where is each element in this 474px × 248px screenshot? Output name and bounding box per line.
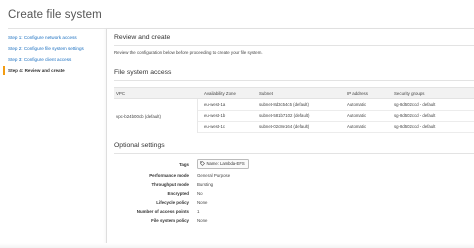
setting-value: No	[197, 190, 203, 196]
review-panel: Review and create Review the configurati…	[106, 29, 474, 248]
table-row: eu-west-1c subnet-02c8e164 (default) Aut…	[198, 121, 474, 133]
setting-row: Encrypted No	[107, 189, 474, 198]
setting-value: None	[197, 200, 208, 206]
step-4-current: Step 4: Review and create	[0, 65, 106, 76]
tag-icon	[200, 161, 205, 167]
optional-settings-heading: Optional settings	[114, 142, 165, 149]
review-heading: Review and create	[114, 34, 171, 41]
setting-key: Performance mode	[149, 172, 189, 178]
step-1-link[interactable]: Step 1: Configure network access	[0, 32, 106, 43]
step-3-link[interactable]: Step 3: Configure client access	[0, 54, 106, 65]
setting-key-tags: Tags	[179, 161, 189, 167]
setting-row-tags: Tags Name: Lambda-EFS	[107, 159, 474, 171]
tag-value: Name: Lambda-EFS	[206, 161, 245, 167]
zone-cell: eu-west-1b	[204, 113, 226, 118]
step-2-link[interactable]: Step 2: Configure file system settings	[0, 43, 106, 54]
setting-key: File system policy	[151, 218, 189, 224]
col-vpc: VPC	[116, 90, 126, 96]
settings-list: Tags Name: Lambda-EFS Performance mode G…	[107, 159, 474, 226]
setting-value: None	[197, 218, 208, 224]
vpc-cell: vpc-b24b00cb (default)	[114, 99, 198, 133]
access-divider	[114, 80, 474, 81]
col-ip-address: IP address	[347, 90, 368, 96]
setting-row: Lifecycle policy None	[107, 199, 474, 208]
tag-chip: Name: Lambda-EFS	[197, 159, 249, 169]
mount-targets-table: VPC Availability Zone Subnet IP address …	[114, 87, 474, 133]
zone-cell: eu-west-1c	[204, 124, 226, 129]
zone-cell: eu-west-1a	[204, 102, 226, 107]
wizard-steps: Step 1: Configure network access Step 2:…	[0, 32, 106, 76]
setting-row: Throughput mode Bursting	[107, 180, 474, 189]
security-group-cell: sg-8d502ccd - default	[394, 124, 436, 129]
table-body: vpc-b24b00cb (default) eu-west-1a subnet…	[114, 99, 474, 133]
review-description: Review the configuration below before pr…	[114, 50, 263, 55]
col-subnet: Subnet	[259, 90, 273, 96]
setting-key: Throughput mode	[151, 181, 189, 187]
subnet-cell: subnet-02c8e164 (default)	[259, 124, 310, 129]
subnet-cell: subnet-8d3c54c5 (default)	[259, 102, 309, 107]
setting-value: General Purpose	[197, 172, 231, 178]
ip-cell: Automatic	[347, 113, 367, 118]
page-bottom-edge	[0, 243, 474, 248]
table-header: VPC Availability Zone Subnet IP address …	[114, 87, 474, 99]
col-availability-zone: Availability Zone	[204, 90, 236, 96]
ip-cell: Automatic	[347, 102, 367, 107]
page-title: Create file system	[8, 9, 102, 21]
setting-row: Performance mode General Purpose	[107, 171, 474, 180]
file-system-access-heading: File system access	[114, 69, 172, 76]
setting-key: Lifecycle policy	[156, 200, 189, 206]
ip-cell: Automatic	[347, 124, 367, 129]
review-divider	[114, 45, 474, 46]
security-group-cell: sg-8d502ccd - default	[394, 102, 436, 107]
setting-value: Bursting	[197, 181, 214, 187]
setting-row: File system policy None	[107, 217, 474, 226]
setting-row: Number of access points 1	[107, 208, 474, 217]
setting-key: Number of access points	[136, 209, 189, 215]
col-security-groups: Security groups	[394, 90, 425, 96]
setting-value: 1	[197, 209, 200, 215]
security-group-cell: sg-8d502ccd - default	[394, 113, 436, 118]
setting-key: Encrypted	[167, 190, 189, 196]
optional-divider	[114, 153, 474, 154]
subnet-cell: subnet-581b7102 (default)	[259, 113, 310, 118]
